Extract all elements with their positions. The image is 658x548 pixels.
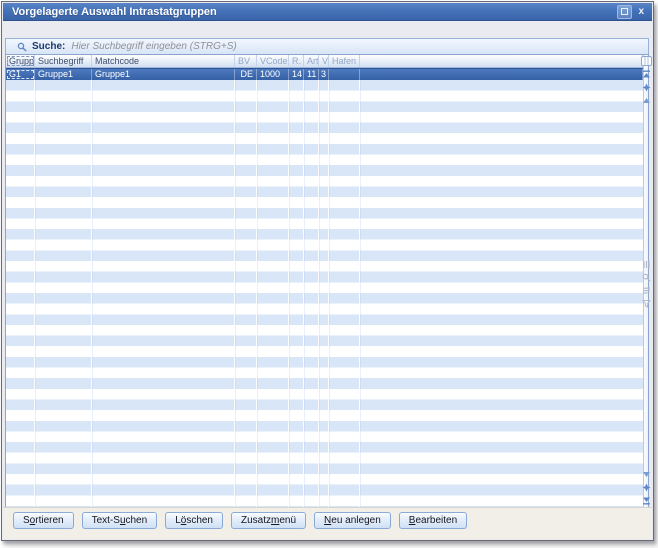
- table-header: GruppeSuchbegriffMatchcodeBVVCodeR.ArtVH…: [6, 55, 643, 68]
- bearbeiten-button[interactable]: Bearbeiten: [399, 512, 467, 529]
- column-separator: [288, 80, 289, 507]
- filter-tool-icon[interactable]: [641, 298, 652, 308]
- column-header-matchcode[interactable]: Matchcode: [92, 55, 235, 67]
- search-label: Suche:: [32, 41, 65, 52]
- table-scroll-strip: [643, 55, 648, 507]
- scroll-to-bottom-icon[interactable]: [641, 495, 652, 505]
- column-header-r[interactable]: R.: [289, 55, 304, 67]
- selected-row-cell-filler[interactable]: [360, 69, 643, 80]
- column-separator: [256, 80, 257, 507]
- column-separator: [318, 80, 319, 507]
- column-header-filler: [360, 55, 643, 67]
- selected-row-cell-bv[interactable]: DE: [235, 69, 257, 80]
- restore-icon: [621, 8, 628, 15]
- column-separator: [234, 80, 235, 507]
- column-header-hafen[interactable]: Hafen: [329, 55, 360, 67]
- column-header-vcode[interactable]: VCode: [257, 55, 289, 67]
- table-grid: GruppeSuchbegriffMatchcodeBVVCodeR.ArtVH…: [6, 55, 643, 507]
- column-header-gruppe[interactable]: Gruppe: [6, 55, 35, 67]
- window-title: Vorgelagerte Auswahl Intrastatgruppen: [3, 6, 217, 18]
- column-separator: [359, 80, 360, 507]
- search-input[interactable]: Suche: Hier Suchbegriff eingeben (STRG+S…: [5, 38, 649, 55]
- search-placeholder: Hier Suchbegriff eingeben (STRG+S): [71, 41, 648, 52]
- selected-row-cell-art[interactable]: 11: [304, 69, 319, 80]
- text-suchen-button[interactable]: Text-Suchen: [82, 512, 158, 529]
- columns-tool-icon[interactable]: [641, 259, 652, 269]
- scroll-to-top-icon[interactable]: [641, 69, 652, 79]
- action-button-bar: Sortieren Text-Suchen Löschen Zusatzmenü Neu…: [13, 510, 467, 530]
- rows-tool-icon[interactable]: [641, 285, 652, 295]
- table-body[interactable]: [6, 80, 643, 507]
- column-chooser-icon[interactable]: [641, 56, 652, 66]
- column-separator: [328, 80, 329, 507]
- zusatzmenue-button[interactable]: Zusatzmenü: [231, 512, 306, 529]
- neu-anlegen-button[interactable]: Neu anlegen: [314, 512, 391, 529]
- column-separator: [303, 80, 304, 507]
- search-icon: [17, 42, 27, 52]
- step-down-icon[interactable]: [641, 469, 652, 479]
- step-up-icon[interactable]: [641, 95, 652, 105]
- selected-row-cell-suchbegriff[interactable]: Gruppe1: [35, 69, 92, 80]
- column-header-bv[interactable]: BV: [235, 55, 257, 67]
- sortieren-button[interactable]: Sortieren: [13, 512, 74, 529]
- jump-down-icon[interactable]: [641, 482, 652, 492]
- selected-row-cell-matchcode[interactable]: Gruppe1: [92, 69, 235, 80]
- column-header-art[interactable]: Art: [304, 55, 319, 67]
- loeschen-button[interactable]: Löschen: [165, 512, 223, 529]
- column-header-suchbegriff[interactable]: Suchbegriff: [35, 55, 92, 67]
- selected-row-cell-v[interactable]: 3: [319, 69, 329, 80]
- column-separator: [34, 80, 35, 507]
- jump-up-icon[interactable]: [641, 82, 652, 92]
- selected-row[interactable]: G1Gruppe1Gruppe1DE100014113: [6, 68, 643, 80]
- dialog-window: Vorgelagerte Auswahl Intrastatgruppen x …: [1, 1, 654, 541]
- selected-row-cell-gruppe[interactable]: G1: [6, 69, 35, 80]
- window-controls: x: [617, 5, 652, 19]
- column-separator: [91, 80, 92, 507]
- selected-row-cell-vcode[interactable]: 1000: [257, 69, 289, 80]
- selected-row-cell-hafen[interactable]: [329, 69, 360, 80]
- close-window-button[interactable]: x: [636, 6, 646, 18]
- column-header-v[interactable]: V: [319, 55, 329, 67]
- restore-window-button[interactable]: [617, 5, 632, 19]
- search-tool-icon[interactable]: [641, 272, 652, 282]
- intrastat-groups-table: GruppeSuchbegriffMatchcodeBVVCodeR.ArtVH…: [5, 54, 649, 508]
- selected-row-cell-r[interactable]: 14: [289, 69, 304, 80]
- title-bar[interactable]: Vorgelagerte Auswahl Intrastatgruppen x: [3, 3, 652, 21]
